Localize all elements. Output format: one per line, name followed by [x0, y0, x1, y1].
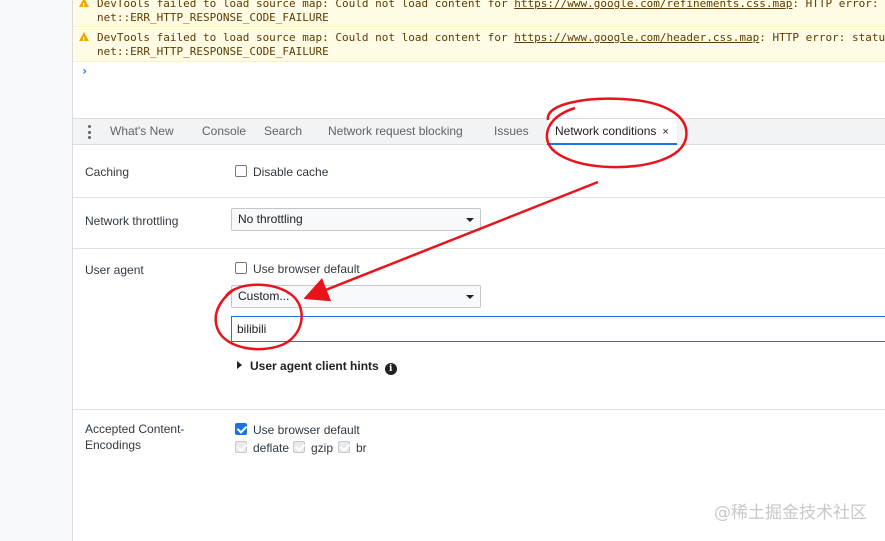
accepted-encodings-label: Accepted Content- Encodings: [85, 422, 185, 452]
page-left-strip: [0, 0, 73, 541]
warning-line-2: net::ERR_HTTP_RESPONSE_CODE_FAILURE: [97, 11, 329, 24]
disable-cache-checkbox[interactable]: [235, 165, 247, 177]
divider: [73, 197, 885, 198]
ua-use-browser-default-checkbox[interactable]: [235, 262, 247, 274]
warning-icon: !: [79, 0, 89, 10]
tab-network-conditions[interactable]: Network conditions ×: [547, 119, 677, 145]
warning-line-2: net::ERR_HTTP_RESPONSE_CODE_FAILURE: [97, 45, 329, 58]
user-agent-select[interactable]: Custom...: [231, 285, 481, 308]
custom-user-agent-input[interactable]: bilibili: [231, 316, 885, 342]
tab-console[interactable]: Console: [202, 119, 246, 145]
tab-whats-new[interactable]: What's New: [110, 119, 174, 145]
console-warning: ! DevTools failed to load source map: Co…: [73, 0, 885, 27]
divider: [73, 409, 885, 410]
source-map-link[interactable]: https://www.google.com/header.css.map: [514, 31, 759, 44]
chevron-down-icon: [466, 218, 474, 222]
throttling-selected-value: No throttling: [238, 212, 303, 226]
tab-network-request-blocking[interactable]: Network request blocking: [328, 119, 463, 145]
gzip-label: gzip: [311, 441, 334, 455]
warning-line-1: DevTools failed to load source map: Coul…: [97, 31, 885, 44]
deflate-label: deflate: [253, 441, 290, 455]
throttling-select[interactable]: No throttling: [231, 208, 481, 231]
caching-label: Caching: [85, 165, 130, 179]
info-icon[interactable]: i: [384, 363, 397, 375]
tab-issues[interactable]: Issues: [494, 119, 529, 145]
tab-network-conditions-label: Network conditions: [555, 124, 657, 138]
divider: [73, 248, 885, 249]
tab-search[interactable]: Search: [264, 119, 302, 145]
more-tools-kebab-icon[interactable]: [85, 125, 93, 139]
gzip-checkbox: [293, 441, 305, 453]
client-hints-label: User agent client hints: [250, 359, 379, 373]
drawer-tab-bar: What's New Console Search Network reques…: [73, 118, 885, 145]
chevron-down-icon: [466, 295, 474, 299]
source-map-link[interactable]: https://www.google.com/refinements.css.m…: [514, 0, 792, 10]
user-agent-client-hints-toggle[interactable]: User agent client hints i: [237, 358, 397, 375]
br-checkbox: [338, 441, 350, 453]
deflate-checkbox: [235, 441, 247, 453]
warning-line-1: DevTools failed to load source map: Coul…: [97, 0, 885, 11]
disable-cache-label[interactable]: Disable cache: [253, 165, 328, 179]
console-warning: ! DevTools failed to load source map: Co…: [73, 28, 885, 62]
warning-icon: !: [79, 32, 89, 44]
expand-triangle-icon: [237, 361, 242, 369]
user-agent-label: User agent: [85, 263, 144, 277]
console-prompt-chevron-icon[interactable]: ›: [81, 64, 88, 78]
encodings-use-browser-default-label[interactable]: Use browser default: [253, 423, 360, 437]
watermark: @稀土掘金技术社区: [714, 503, 867, 523]
user-agent-selected-value: Custom...: [238, 289, 290, 303]
network-throttling-label: Network throttling: [85, 214, 179, 228]
encodings-use-browser-default-checkbox[interactable]: [235, 423, 247, 435]
br-label: br: [356, 441, 367, 455]
ua-use-browser-default-label[interactable]: Use browser default: [253, 262, 360, 276]
devtools-panel: ! DevTools failed to load source map: Co…: [73, 0, 885, 541]
close-tab-icon[interactable]: ×: [662, 126, 668, 138]
